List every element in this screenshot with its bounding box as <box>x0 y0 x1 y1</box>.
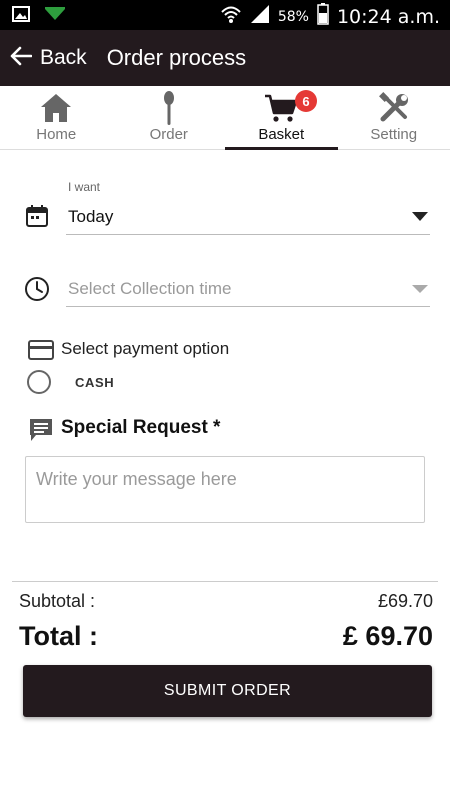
day-field-label: I want <box>68 180 101 194</box>
status-bar: 58% 10:24 a.m. <box>0 0 450 30</box>
home-icon <box>39 90 73 126</box>
tab-label: Home <box>36 126 77 143</box>
app-bar: Back Order process <box>0 30 450 86</box>
tab-bar: Home Order 6 Basket Setting <box>0 86 450 150</box>
calendar-icon <box>25 204 49 233</box>
image-icon <box>12 6 30 27</box>
clock-icon <box>24 276 50 307</box>
tab-basket[interactable]: 6 Basket <box>225 86 338 150</box>
tab-home[interactable]: Home <box>0 86 113 149</box>
battery-percent: 58% <box>277 8 309 25</box>
signal-icon <box>250 4 270 29</box>
tab-label: Basket <box>258 126 305 143</box>
download-icon <box>44 7 66 26</box>
day-select[interactable]: Today <box>66 199 430 235</box>
tools-icon <box>377 90 411 126</box>
cash-radio[interactable] <box>27 370 51 394</box>
cash-option-label: CASH <box>75 375 115 390</box>
back-label: Back <box>40 46 87 69</box>
subtotal-value: £69.70 <box>377 591 433 611</box>
page-title: Order process <box>106 45 247 70</box>
total-value: £ 69.70 <box>342 621 433 651</box>
collection-time-select[interactable]: Select Collection time <box>66 271 430 307</box>
special-request-label: Special Request * <box>61 417 221 438</box>
collection-time-placeholder: Select Collection time <box>68 278 232 298</box>
credit-card-icon <box>28 339 54 366</box>
spoon-icon <box>159 90 179 126</box>
chevron-down-icon <box>412 212 428 221</box>
submit-order-button[interactable]: SUBMIT ORDER <box>23 665 432 717</box>
payment-option-label: Select payment option <box>61 339 230 358</box>
total-label: Total : <box>19 621 98 651</box>
tab-order[interactable]: Order <box>113 86 226 149</box>
chat-icon <box>28 417 54 448</box>
day-select-value: Today <box>68 206 114 226</box>
battery-icon <box>317 3 329 30</box>
clock-time: 10:24 a.m. <box>336 5 440 28</box>
cart-count-badge: 6 <box>295 90 317 112</box>
message-input[interactable] <box>25 456 425 523</box>
arrow-left-icon <box>10 46 33 71</box>
divider <box>12 581 438 582</box>
back-button[interactable]: Back <box>0 30 87 86</box>
tab-label: Setting <box>370 126 418 143</box>
chevron-down-icon <box>412 284 428 293</box>
tab-label: Order <box>149 126 188 143</box>
tab-setting[interactable]: Setting <box>338 86 450 149</box>
cart-icon <box>264 90 298 126</box>
subtotal-label: Subtotal : <box>19 591 96 611</box>
wifi-icon <box>220 4 242 29</box>
